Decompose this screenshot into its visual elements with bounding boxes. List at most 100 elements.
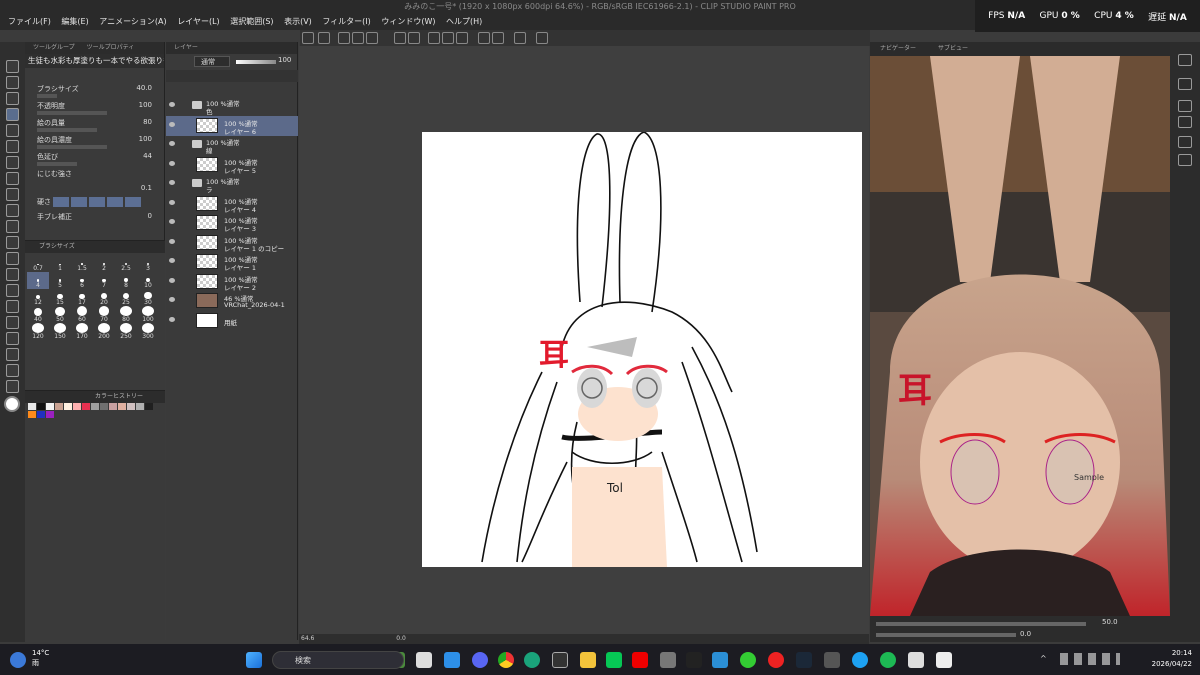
brush-size-option[interactable]: 8 (115, 272, 137, 289)
text-tool-icon[interactable] (6, 300, 19, 313)
fill-tool-icon[interactable] (6, 236, 19, 249)
steam-icon[interactable] (796, 652, 812, 668)
wand-tool-icon[interactable] (6, 220, 19, 233)
layer-folder-row[interactable]: 100 %通常ラ (166, 174, 298, 194)
dropper-tool-icon[interactable] (6, 380, 19, 393)
prop-opacity[interactable]: 不透明度 100 (37, 101, 162, 115)
visibility-eye-icon[interactable] (169, 238, 175, 244)
lasso-tool-icon[interactable] (6, 204, 19, 217)
brush-size-option[interactable]: 80 (115, 306, 137, 323)
canvas-zoom-value[interactable]: 64.6 (301, 635, 314, 642)
brush-size-option[interactable]: 0.7 (27, 255, 49, 272)
file-explorer-icon[interactable] (580, 652, 596, 668)
panel-toggle-icon[interactable] (1178, 116, 1192, 128)
brush-size-option[interactable]: 10 (137, 272, 159, 289)
terminal-icon[interactable] (552, 652, 568, 668)
brush-size-option[interactable]: 40 (27, 306, 49, 323)
main-color-swatch[interactable] (4, 396, 20, 412)
visibility-eye-icon[interactable] (169, 219, 175, 224)
print-icon[interactable] (366, 32, 378, 44)
layer-row[interactable]: 100 %通常 レイヤー 1 (166, 252, 298, 272)
gradient-tool-icon[interactable] (6, 252, 19, 265)
brush-size-option[interactable]: 15 (49, 289, 71, 306)
prop-paint-density[interactable]: 絵の具濃度 100 (37, 135, 162, 149)
brush-size-option[interactable]: 100 (137, 306, 159, 323)
prop-brush-size[interactable]: ブラシサイズ 40.0 (37, 84, 162, 98)
menu-view[interactable]: 表示(V) (284, 14, 312, 30)
color-history-swatch[interactable] (28, 403, 36, 410)
brush-size-option[interactable]: 17 (71, 289, 93, 306)
taskbar-search[interactable]: 検索 (272, 651, 404, 669)
tab-tool-group[interactable]: ツールグループ (33, 44, 75, 51)
brush-size-option[interactable]: 60 (71, 306, 93, 323)
brush-size-option[interactable]: 4 (27, 272, 49, 289)
correct-line-tool-icon[interactable] (6, 348, 19, 361)
layer-row[interactable]: 100 %通常 レイヤー 4 (166, 194, 298, 214)
blend-mode-select[interactable]: 通常 (194, 56, 230, 67)
tray-chevron-icon[interactable]: ^ (1040, 654, 1047, 663)
menu-edit[interactable]: 編集(E) (61, 14, 88, 30)
visibility-eye-icon[interactable] (169, 316, 175, 322)
brush-size-option[interactable]: 12 (27, 289, 49, 306)
subview-rotate-slider[interactable] (876, 633, 1016, 637)
menu-selection[interactable]: 選択範囲(S) (230, 14, 273, 30)
color-history-swatch[interactable] (109, 403, 117, 410)
new-file-icon[interactable] (302, 32, 314, 44)
color-history-swatch[interactable] (145, 403, 153, 410)
panel-toggle-icon[interactable] (1178, 136, 1192, 148)
prop-paint-amount[interactable]: 絵の具量 80 (37, 118, 162, 132)
chrome-icon[interactable] (498, 652, 514, 668)
color-history-swatch[interactable] (127, 403, 135, 410)
brush-size-option[interactable]: 1 (49, 255, 71, 272)
brush-size-option[interactable]: 150 (49, 323, 71, 340)
export-icon[interactable] (352, 32, 364, 44)
color-history-swatch[interactable] (64, 403, 72, 410)
visibility-eye-icon[interactable] (169, 258, 175, 263)
prop-hardness[interactable]: 硬さ (37, 197, 162, 207)
layer-row[interactable]: 100 %通常 レイヤー 6 (166, 115, 298, 136)
color-history-swatch[interactable] (82, 403, 90, 410)
open-file-icon[interactable] (318, 32, 330, 44)
redo-icon[interactable] (408, 32, 420, 44)
color-history-swatch[interactable] (91, 403, 99, 410)
clip-studio-icon[interactable] (908, 652, 924, 668)
pen-tool-icon[interactable] (6, 92, 19, 105)
color-history-swatch[interactable] (37, 411, 45, 418)
color-history-swatch[interactable] (73, 403, 81, 410)
settings-icon[interactable] (536, 32, 548, 44)
brush-size-option[interactable]: 3 (137, 255, 159, 272)
system-tray-icons[interactable] (1060, 653, 1120, 665)
menu-layer[interactable]: レイヤー(L) (177, 14, 219, 30)
brush-size-option[interactable]: 6 (71, 272, 93, 289)
airbrush-tool-icon[interactable] (6, 156, 19, 169)
brush-size-option[interactable]: 5 (49, 272, 71, 289)
color-history-swatch[interactable] (46, 411, 54, 418)
taskbar-clock[interactable]: 20:14 2026/04/22 (1132, 648, 1192, 670)
color-history-swatch[interactable] (100, 403, 108, 410)
weather-icon[interactable] (10, 652, 26, 668)
color-history-swatch[interactable] (136, 403, 144, 410)
layer-row[interactable]: 100 %通常 レイヤー 5 (166, 155, 298, 175)
menu-help[interactable]: ヘルプ(H) (446, 14, 482, 30)
line-icon[interactable] (606, 652, 622, 668)
panel-toggle-icon[interactable] (1178, 154, 1192, 166)
brush-size-option[interactable]: 2.5 (115, 255, 137, 272)
subview-zoom-slider[interactable] (876, 622, 1086, 626)
xbox-icon[interactable] (740, 652, 756, 668)
twitter-icon[interactable] (852, 652, 868, 668)
menu-animation[interactable]: アニメーション(A) (99, 14, 166, 30)
brush-size-option[interactable]: 2 (93, 255, 115, 272)
windows-start-icon[interactable] (246, 652, 262, 668)
color-history-swatch[interactable] (37, 403, 45, 410)
panel-toggle-icon[interactable] (1178, 78, 1192, 90)
layer-row[interactable]: 100 %通常 レイヤー 3 (166, 213, 298, 233)
photos-icon[interactable] (712, 652, 728, 668)
move-tool-icon[interactable] (6, 76, 19, 89)
fill-icon[interactable] (442, 32, 454, 44)
brush-size-option[interactable]: 120 (27, 323, 49, 340)
color-history-swatch[interactable] (28, 411, 36, 418)
ruler-tool-icon[interactable] (6, 332, 19, 345)
color-history-swatch[interactable] (118, 403, 126, 410)
brush-size-option[interactable]: 1.5 (71, 255, 93, 272)
app-icon[interactable] (686, 652, 702, 668)
